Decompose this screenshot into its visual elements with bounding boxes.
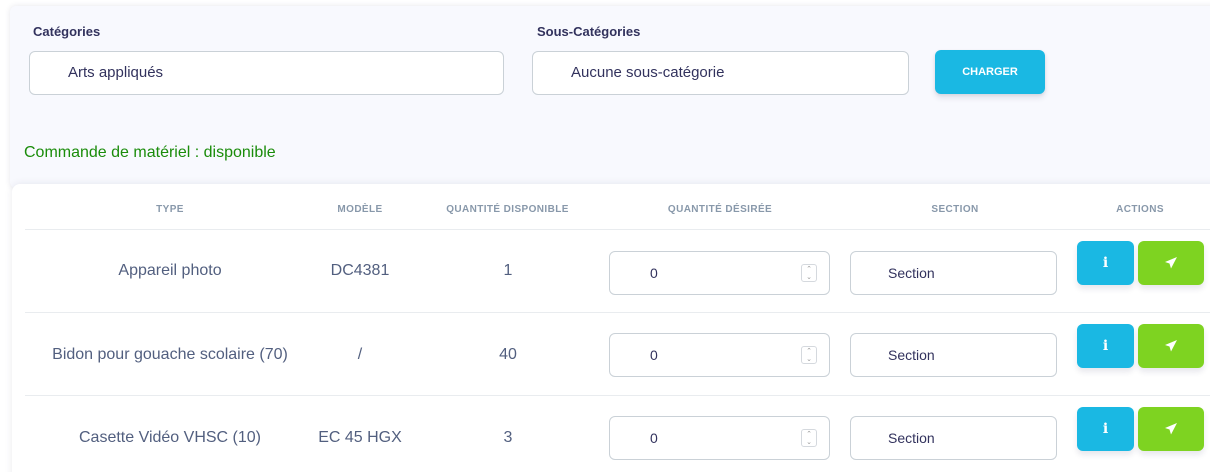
row-1-model: DC4381	[330, 262, 390, 279]
subcategories-label: Sous-Catégories	[537, 24, 641, 39]
header-type: TYPE	[156, 204, 184, 215]
row-2-model: /	[357, 346, 363, 363]
paper-plane-icon	[1165, 340, 1177, 352]
row-divider	[25, 395, 1210, 396]
row-3-quantity-input[interactable]: 0 ⌃ ⌄	[609, 416, 830, 460]
row-3-info-button[interactable]: i	[1077, 407, 1134, 451]
paper-plane-icon	[1165, 423, 1177, 435]
subcategories-select[interactable]: Aucune sous-catégorie	[532, 51, 909, 95]
stepper-icon[interactable]: ⌃ ⌄	[801, 264, 817, 282]
header-desired: QUANTITÉ DÉSIRÉE	[667, 204, 773, 215]
row-1-send-button[interactable]	[1138, 241, 1204, 285]
stepper-icon[interactable]: ⌃ ⌄	[801, 429, 817, 447]
row-1-available: 1	[503, 262, 513, 279]
row-2-section-input[interactable]: Section	[850, 333, 1057, 377]
row-3-type: Casette Vidéo VHSC (10)	[78, 429, 261, 446]
categories-select[interactable]: Arts appliqués	[29, 51, 504, 95]
order-status-text: Commande de matériel : disponible	[24, 144, 276, 161]
row-2-quantity-value: 0	[650, 347, 658, 363]
row-3-quantity-value: 0	[650, 430, 658, 446]
row-divider	[25, 312, 1210, 313]
row-2-quantity-input[interactable]: 0 ⌃ ⌄	[609, 333, 830, 377]
row-divider	[25, 229, 1210, 230]
row-3-available: 3	[503, 429, 513, 446]
header-available: QUANTITÉ DISPONIBLE	[446, 204, 569, 215]
header-section: SECTION	[931, 204, 979, 215]
row-1-section-input[interactable]: Section	[850, 251, 1057, 295]
load-button[interactable]: CHARGER	[935, 50, 1045, 94]
row-1-info-button[interactable]: i	[1077, 241, 1134, 285]
stepper-icon[interactable]: ⌃ ⌄	[801, 346, 817, 364]
row-1-type: Appareil photo	[118, 262, 222, 279]
header-model: MODÈLE	[337, 204, 383, 215]
row-1-quantity-input[interactable]: 0 ⌃ ⌄	[609, 251, 830, 295]
row-1-quantity-value: 0	[650, 265, 658, 281]
row-3-section-input[interactable]: Section	[850, 416, 1057, 460]
row-2-type: Bidon pour gouache scolaire (70)	[52, 346, 288, 363]
row-2-available: 40	[499, 346, 517, 363]
header-actions: ACTIONS	[1116, 204, 1164, 215]
row-2-send-button[interactable]	[1138, 324, 1204, 368]
row-2-info-button[interactable]: i	[1077, 324, 1134, 368]
paper-plane-icon	[1165, 257, 1177, 269]
categories-label: Catégories	[33, 24, 101, 39]
row-3-model: EC 45 HGX	[318, 429, 402, 446]
row-3-send-button[interactable]	[1138, 407, 1204, 451]
